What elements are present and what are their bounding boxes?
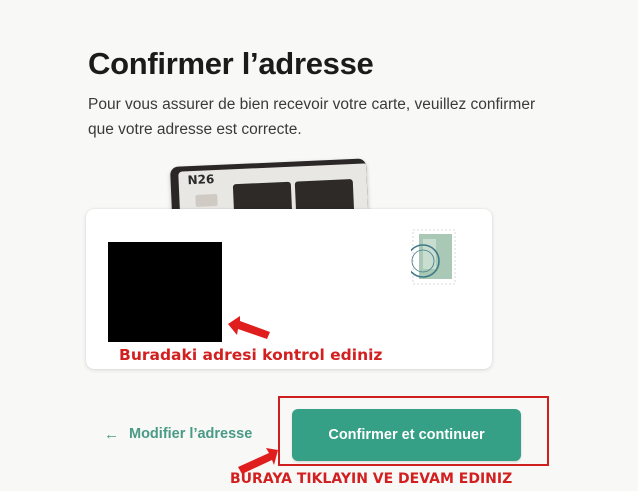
red-arrow-icon [228,316,270,339]
page-title: Confirmer l’adresse [88,46,374,81]
edit-address-label: Modifier l’adresse [129,426,253,442]
address-envelope: Buradaki adresi kontrol ediniz [86,209,492,369]
postage-stamp-icon [411,229,456,285]
address-check-annotation: Buradaki adresi kontrol ediniz [119,346,383,364]
arrow-left-icon: ← [104,425,119,443]
card-chip [195,193,218,207]
n26-logo: N26 [187,172,215,188]
click-here-annotation: BURAYA TIKLAYIN VE DEVAM EDINIZ [230,471,513,487]
edit-address-link[interactable]: ← Modifier l’adresse [104,426,252,442]
page-description: Pour vous assurer de bien recevoir votre… [88,96,536,138]
confirm-continue-button[interactable]: Confirmer et continuer [292,409,521,461]
address-redaction [108,242,222,342]
